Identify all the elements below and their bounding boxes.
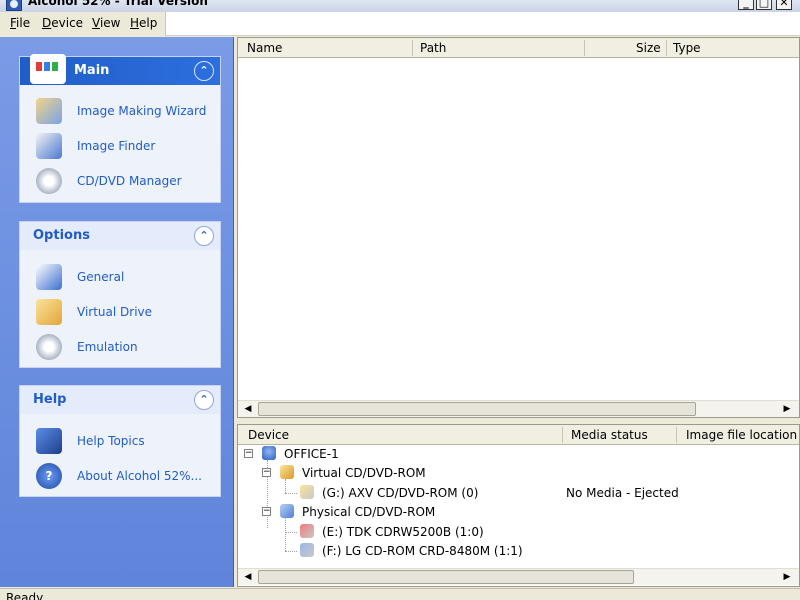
task-sidebar: Main ⌃ Image Making Wizard Image Finder … <box>0 37 234 587</box>
sidebar-item-label: Image Finder <box>77 139 156 153</box>
column-name[interactable]: Name <box>247 41 282 55</box>
maximize-button[interactable]: □ <box>756 0 772 10</box>
sidebar-item-label: General <box>77 270 125 284</box>
scroll-left-icon[interactable]: ◀ <box>240 401 256 417</box>
collapse-icon[interactable]: − <box>244 449 253 458</box>
tree-node-virtual-group[interactable]: − Virtual CD/DVD-ROM <box>262 464 762 482</box>
help-topics-icon <box>36 428 62 454</box>
tree-node-label: Physical CD/DVD-ROM <box>302 505 436 519</box>
alcohol-app-icon <box>6 0 22 11</box>
general-icon <box>36 264 62 290</box>
scrollbar-thumb[interactable] <box>258 570 634 584</box>
sidebar-item-label: About Alcohol 52%... <box>77 469 202 483</box>
computer-icon <box>262 446 276 460</box>
sidebar-item-label: Help Topics <box>77 434 145 448</box>
main-panel-collapse-icon[interactable]: ⌃ <box>194 61 214 81</box>
cd-drive-icon <box>300 543 314 557</box>
column-media-status[interactable]: Media status <box>571 428 648 442</box>
sidebar-item-image-finder[interactable]: Image Finder <box>36 133 216 161</box>
emulation-icon <box>36 334 62 360</box>
help-panel-header[interactable]: Help ⌃ <box>20 386 220 414</box>
manager-icon <box>36 168 62 194</box>
scroll-left-icon[interactable]: ◀ <box>240 569 256 585</box>
sidebar-item-emulation[interactable]: Emulation <box>36 334 216 362</box>
tree-node-label: (F:) LG CD-ROM CRD-8480M (1:1) <box>322 544 523 558</box>
help-panel-title: Help <box>33 392 67 407</box>
menu-bar: File Device View Help <box>0 12 800 36</box>
help-panel-collapse-icon[interactable]: ⌃ <box>194 390 214 410</box>
menu-file[interactable]: File <box>10 16 30 30</box>
sidebar-item-about[interactable]: ? About Alcohol 52%... <box>36 463 216 491</box>
cd-drive-icon <box>300 524 314 538</box>
scroll-right-icon[interactable]: ▶ <box>779 401 795 417</box>
sidebar-item-cd-dvd-manager[interactable]: CD/DVD Manager <box>36 168 216 196</box>
tree-node-physical-drive[interactable]: (F:) LG CD-ROM CRD-8480M (1:1) <box>300 542 790 560</box>
menu-strip: File Device View Help <box>0 12 166 36</box>
device-list-pane: Device Media status Image file location … <box>237 424 800 587</box>
status-text: Ready <box>6 591 44 600</box>
minimize-button[interactable]: _ <box>738 0 754 10</box>
finder-icon <box>36 133 62 159</box>
image-list-header: Name Path Size Type <box>238 38 799 58</box>
help-panel: Help ⌃ Help Topics ? About Alcohol 52%..… <box>19 385 221 497</box>
column-size[interactable]: Size <box>636 41 661 55</box>
menu-help[interactable]: Help <box>130 16 157 30</box>
media-status: No Media - Ejected <box>566 486 679 500</box>
tree-node-label: (E:) TDK CDRW5200B (1:0) <box>322 525 484 539</box>
device-list-header: Device Media status Image file location <box>238 425 799 445</box>
sidebar-item-general[interactable]: General <box>36 264 216 292</box>
sidebar-item-label: Emulation <box>77 340 138 354</box>
tree-node-root[interactable]: − OFFICE-1 <box>244 445 744 463</box>
scroll-right-icon[interactable]: ▶ <box>779 569 795 585</box>
sidebar-item-virtual-drive[interactable]: Virtual Drive <box>36 299 216 327</box>
column-path[interactable]: Path <box>420 41 446 55</box>
image-list-horizontal-scrollbar[interactable]: ◀ ▶ <box>238 400 799 417</box>
physical-drive-icon <box>280 504 294 518</box>
about-icon: ? <box>36 463 62 489</box>
menu-view[interactable]: View <box>92 16 120 30</box>
tree-node-label: (G:) AXV CD/DVD-ROM (0) <box>322 486 479 500</box>
sidebar-item-image-making-wizard[interactable]: Image Making Wizard <box>36 98 216 126</box>
column-image-file-location[interactable]: Image file location <box>686 428 797 442</box>
main-panel-header[interactable]: Main ⌃ <box>20 54 220 85</box>
main-panel: Main ⌃ Image Making Wizard Image Finder … <box>19 54 221 203</box>
tree-node-virtual-drive[interactable]: (G:) AXV CD/DVD-ROM (0) No Media - Eject… <box>300 484 790 502</box>
title-bar: Alcohol 52% - Trial Version _ □ ✕ <box>0 0 800 12</box>
device-list-horizontal-scrollbar[interactable]: ◀ ▶ <box>238 568 799 585</box>
main-panel-title: Main <box>74 63 110 78</box>
sidebar-item-label: Image Making Wizard <box>77 104 207 118</box>
collapse-icon[interactable]: − <box>262 507 271 516</box>
options-panel-collapse-icon[interactable]: ⌃ <box>194 226 214 246</box>
main-panel-icon <box>30 54 66 84</box>
options-panel: Options ⌃ General Virtual Drive Emulatio… <box>19 221 221 368</box>
image-list-pane: Name Path Size Type ◀ ▶ <box>237 37 800 418</box>
virtual-drive-icon <box>36 299 62 325</box>
tree-node-physical-drive[interactable]: (E:) TDK CDRW5200B (1:0) <box>300 523 790 541</box>
scrollbar-thumb[interactable] <box>258 402 696 416</box>
collapse-icon[interactable]: − <box>262 468 271 477</box>
sidebar-item-label: CD/DVD Manager <box>77 174 182 188</box>
column-device[interactable]: Device <box>248 428 289 442</box>
virtual-drive-icon <box>280 465 294 479</box>
sidebar-item-label: Virtual Drive <box>77 305 153 319</box>
close-button[interactable]: ✕ <box>776 0 792 10</box>
tree-node-physical-group[interactable]: − Physical CD/DVD-ROM <box>262 503 762 521</box>
status-bar: Ready <box>0 588 800 600</box>
menu-device[interactable]: Device <box>42 16 83 30</box>
options-panel-header[interactable]: Options ⌃ <box>20 222 220 250</box>
tree-node-label: OFFICE-1 <box>284 447 339 461</box>
wizard-icon <box>36 98 62 124</box>
options-panel-title: Options <box>33 228 90 243</box>
tree-node-label: Virtual CD/DVD-ROM <box>302 466 426 480</box>
cd-drive-icon <box>300 485 314 499</box>
sidebar-item-help-topics[interactable]: Help Topics <box>36 428 216 456</box>
window-title: Alcohol 52% - Trial Version <box>28 0 208 8</box>
column-type[interactable]: Type <box>673 41 701 55</box>
